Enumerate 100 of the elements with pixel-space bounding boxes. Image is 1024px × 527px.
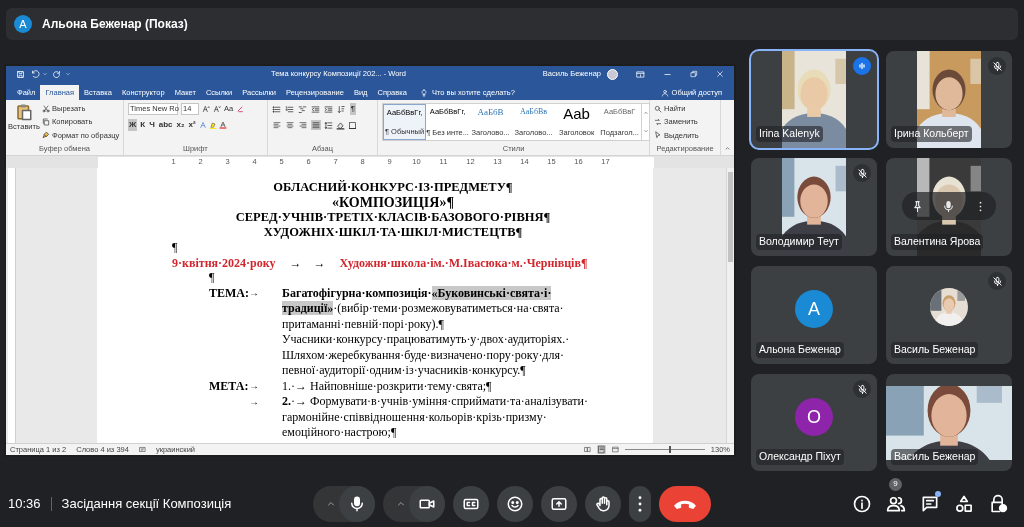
restore-icon[interactable] [690, 70, 698, 78]
format-button[interactable]: abc [157, 119, 174, 131]
raise-hand-button[interactable] [585, 485, 622, 522]
document-line: притаманні·певній·порі·року).¶ [282, 315, 444, 333]
bullet-list-icon[interactable] [271, 104, 281, 114]
participant-tile[interactable]: Василь Беженар [886, 266, 1012, 364]
participant-name: Ірина Кольберт [891, 126, 972, 142]
presenter-label: Альона Беженар (Показ) [42, 16, 188, 33]
grow-font-icon[interactable] [202, 105, 210, 113]
language-icon[interactable] [138, 446, 146, 453]
camera-button[interactable] [409, 485, 446, 522]
format-button[interactable]: x² [187, 119, 197, 131]
clear-format-icon[interactable] [236, 105, 245, 113]
participant-tile[interactable]: Василь Беженар [886, 374, 1012, 471]
tab-marks: → → [289, 254, 326, 272]
scrollbar[interactable] [726, 168, 734, 443]
more-options-button[interactable] [629, 485, 652, 522]
participant-tile[interactable]: О Олександр Піхут [751, 374, 877, 471]
document-line: певної·аудиторії·одним·із·учасників·конкурсу.¶ [282, 362, 526, 380]
print-layout-icon[interactable] [596, 445, 606, 454]
copy-icon[interactable] [42, 117, 50, 126]
document-line: Учасники·конкурсу·працюватимуть·у·двох·аудиторіях.· [282, 331, 570, 349]
document-heading: ХУДОЖНІХ·ШКІЛ·ТА·ШКІЛ·МИСТЕЦТВ¶ [263, 225, 523, 240]
shading-icon[interactable] [335, 120, 345, 130]
style-sample: АаБбВв [520, 106, 548, 118]
tile-controls[interactable] [902, 192, 996, 220]
clipboard-icon[interactable] [15, 103, 33, 121]
participant-tile[interactable]: Ірина Кольберт [886, 51, 1012, 148]
font-color-icon[interactable] [218, 121, 227, 129]
user-avatar[interactable] [607, 68, 618, 80]
document-line: Шляхом·жеребкування·буде·визначено·пору·року·для· [282, 346, 564, 364]
numbered-list-icon[interactable] [284, 104, 294, 114]
format-button[interactable]: Ж [128, 119, 138, 131]
align-justify-icon[interactable] [310, 120, 321, 130]
document-label: МЕТА: [209, 377, 249, 395]
participant-name: Олександр Піхут [756, 449, 844, 465]
mic-icon[interactable] [942, 199, 956, 213]
cursor-icon[interactable] [654, 131, 663, 140]
undo-icon[interactable] [31, 69, 40, 79]
ribbon-display-icon[interactable] [636, 69, 645, 79]
indent-icon[interactable] [323, 104, 333, 114]
participant-tile[interactable]: Володимир Теут [751, 158, 877, 256]
save-icon[interactable] [16, 69, 25, 79]
tab-mark: → [249, 379, 259, 394]
captions-button[interactable] [453, 485, 490, 522]
format-button[interactable]: Ч [148, 119, 156, 131]
hand-icon [594, 494, 613, 513]
scissors-icon[interactable] [42, 104, 50, 113]
avatar: А [14, 15, 32, 33]
align-right-icon[interactable] [297, 120, 308, 130]
sort-icon[interactable] [336, 104, 346, 114]
replace-icon[interactable] [654, 117, 663, 126]
tab-mark: → [249, 286, 259, 301]
shrink-font-icon[interactable] [213, 105, 221, 113]
line-spacing-icon[interactable] [323, 120, 333, 130]
web-layout-icon[interactable] [611, 446, 619, 453]
read-mode-icon[interactable] [583, 446, 591, 453]
participant-tile[interactable]: Irina Kalenyk [751, 51, 877, 148]
participant-name: Валентина Ярова [891, 234, 984, 250]
participant-tile[interactable]: Валентина Ярова [886, 158, 1012, 256]
mic-button[interactable] [339, 485, 376, 522]
document-line: Багатофігурна·композиція·«Буковинські·свята·і· [282, 284, 552, 302]
tab-mark: → [249, 394, 259, 409]
format-button[interactable]: x₂ [175, 119, 186, 131]
lock-icon[interactable] [988, 493, 1008, 514]
multilevel-list-icon[interactable] [297, 104, 307, 114]
document-line: 1.·→ Найповніше·розкрити·тему·свята;¶ [282, 377, 492, 395]
outdent-icon[interactable] [310, 104, 320, 114]
format-button[interactable]: К [139, 119, 147, 131]
participant-name: Василь Беженар [891, 342, 979, 358]
close-icon[interactable] [716, 70, 724, 78]
document-date: 9·квітня·2024·року [172, 254, 276, 272]
redo-icon[interactable] [52, 69, 61, 79]
align-center-icon[interactable] [284, 120, 295, 130]
lightbulb-icon[interactable] [419, 88, 428, 97]
document-heading: ОБЛАСНИЙ·КОНКУРС·ІЗ·ПРЕДМЕТУ¶ [273, 180, 513, 195]
highlighter-icon[interactable] [208, 121, 217, 129]
align-left-icon[interactable] [271, 120, 282, 130]
emoji-icon [506, 494, 525, 513]
meeting-title: Засідання секції Композиція [61, 494, 232, 513]
paragraph-mark: ¶ [172, 240, 178, 255]
document-heading: СЕРЕД·УЧНІВ·ТРЕТІХ·КЛАСІВ·БАЗОВОГО·РІВНЯ¶ [235, 210, 551, 225]
hang-up-icon [674, 498, 697, 509]
document-line: традиції»·(вибір·теми·розмежовуватиметься·на·свята· [282, 300, 564, 318]
slider-thumb[interactable] [668, 446, 671, 453]
search-icon[interactable] [654, 104, 663, 113]
brush-icon[interactable] [42, 131, 50, 140]
participant-tile[interactable]: А Альона Беженар [751, 266, 877, 364]
user-icon[interactable] [660, 88, 669, 97]
document-label: ТЕМА: [209, 284, 249, 302]
info-icon[interactable] [852, 493, 872, 514]
activities-icon[interactable] [954, 493, 974, 514]
present-button[interactable] [541, 485, 578, 522]
style-sample: АаБбВ [477, 106, 504, 119]
borders-icon[interactable] [347, 120, 357, 130]
style-sample: Aab [563, 106, 590, 121]
leave-call-button[interactable] [659, 485, 712, 522]
collapse-icon[interactable] [724, 145, 731, 152]
show-marks-button[interactable]: ¶ [349, 103, 357, 115]
reactions-button[interactable] [497, 485, 534, 522]
